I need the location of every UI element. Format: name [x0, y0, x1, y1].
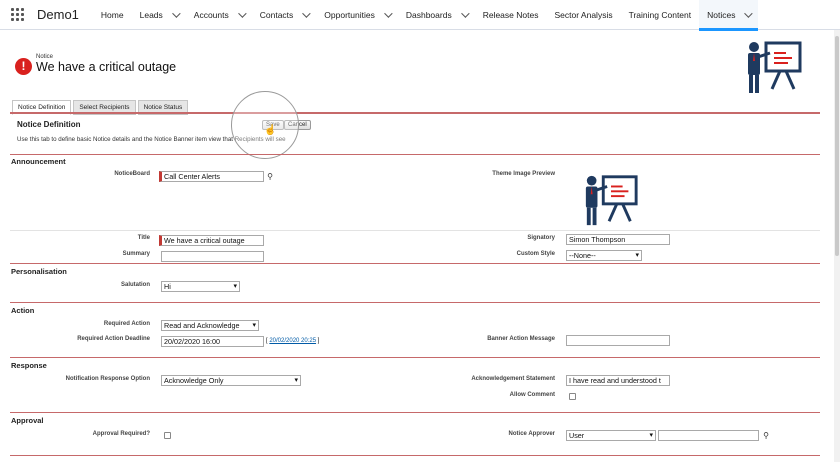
- presenter-icon: [748, 41, 802, 93]
- nav-item-notices[interactable]: Notices: [699, 0, 759, 31]
- section-divider: [10, 357, 820, 358]
- nav-item-accounts[interactable]: Accounts: [186, 0, 252, 30]
- salutation-select[interactable]: Hi: [161, 281, 240, 292]
- page-title: We have a critical outage: [36, 60, 177, 74]
- mouse-cursor-icon: ☝: [264, 125, 277, 136]
- notification-response-select[interactable]: Acknowledge Only: [161, 375, 301, 386]
- deadline-now-link[interactable]: [ 20/02/2020 20:25 ]: [266, 338, 319, 344]
- nav-item-release-notes[interactable]: Release Notes: [475, 0, 547, 30]
- nav-item-leads[interactable]: Leads: [132, 0, 186, 30]
- panel-description: Use this tab to define basic Notice deta…: [17, 136, 286, 143]
- approval-required-checkbox[interactable]: [164, 432, 171, 439]
- banner-action-message-field[interactable]: [566, 335, 670, 346]
- notice-approver-label: Notice Approver: [508, 431, 555, 437]
- alert-icon: !: [15, 58, 32, 75]
- nav-item-opportunities[interactable]: Opportunities: [316, 0, 398, 30]
- signatory-field[interactable]: Simon Thompson: [566, 234, 670, 245]
- field-divider: [10, 230, 820, 231]
- deadline-field[interactable]: 20/02/2020 16:00: [161, 336, 264, 347]
- chevron-down-icon[interactable]: [744, 8, 754, 18]
- noticeboard-lookup-icon[interactable]: ⚲: [265, 172, 275, 182]
- app-launcher-icon[interactable]: [11, 7, 25, 22]
- noticeboard-field[interactable]: Call Center Alerts: [159, 171, 264, 182]
- acknowledgement-statement-field[interactable]: I have read and understood t: [566, 375, 670, 386]
- nav-item-label: Sector Analysis: [554, 9, 613, 20]
- top-navigation-bar: Demo1 Home Leads Accounts Contacts Opportuni…: [0, 0, 840, 31]
- tab-divider: [10, 112, 820, 114]
- nav-item-label: Leads: [139, 9, 163, 20]
- nav-item-label: Training Content: [628, 9, 692, 20]
- required-action-deadline-label: Required Action Deadline: [77, 336, 150, 342]
- salutation-label: Salutation: [120, 282, 150, 288]
- section-title-announcement: Announcement: [11, 157, 66, 166]
- theme-presenter-icon: [585, 175, 638, 226]
- chevron-down-icon[interactable]: [237, 8, 247, 18]
- nav-item-training-content[interactable]: Training Content: [621, 0, 700, 30]
- custom-style-label: Custom Style: [516, 251, 555, 257]
- cancel-button[interactable]: Cancel: [284, 120, 311, 130]
- notice-approver-type-select[interactable]: User: [566, 430, 656, 441]
- nav-item-home[interactable]: Home: [93, 0, 132, 30]
- allow-comment-checkbox[interactable]: [569, 393, 576, 400]
- banner-action-message-label: Banner Action Message: [487, 336, 555, 342]
- notice-approver-field[interactable]: [658, 430, 759, 441]
- approval-required-label: Approval Required?: [92, 431, 150, 437]
- allow-comment-label: Allow Comment: [509, 392, 555, 398]
- section-divider: [10, 455, 820, 456]
- custom-style-select[interactable]: --None--: [566, 250, 642, 261]
- nav-item-label: Release Notes: [482, 9, 539, 20]
- title-label: Title: [137, 235, 150, 241]
- section-title-approval: Approval: [11, 416, 44, 425]
- section-divider: [10, 263, 820, 264]
- nav-item-label: Dashboards: [405, 9, 452, 20]
- nav-item-label: Notices: [707, 9, 736, 20]
- nav-item-sector-analysis[interactable]: Sector Analysis: [546, 0, 620, 30]
- nav-item-label: Home: [100, 9, 124, 20]
- nav-item-label: Contacts: [259, 9, 294, 20]
- summary-field[interactable]: [161, 251, 264, 262]
- section-divider: [10, 302, 820, 303]
- signatory-label: Signatory: [527, 235, 555, 241]
- section-title-action: Action: [11, 306, 35, 315]
- nav-item-label: Opportunities: [324, 9, 375, 20]
- notice-approver-lookup-icon[interactable]: ⚲: [761, 431, 771, 441]
- scrollbar-thumb[interactable]: [835, 36, 839, 256]
- acknowledgement-statement-label: Acknowledgement Statement: [471, 376, 555, 382]
- required-action-select[interactable]: Read and Acknowledge: [161, 320, 259, 331]
- page-scrollbar[interactable]: [834, 30, 840, 462]
- nav-item-label: Accounts: [193, 9, 229, 20]
- chevron-down-icon[interactable]: [171, 8, 181, 18]
- theme-image-preview-label: Theme Image Preview: [492, 171, 555, 177]
- deadline-link-text[interactable]: 20/02/2020 20:25: [269, 338, 316, 344]
- notification-response-option-label: Notification Response Option: [65, 376, 150, 382]
- section-divider: [10, 154, 820, 155]
- chevron-down-icon[interactable]: [460, 8, 470, 18]
- section-title-response: Response: [11, 361, 47, 370]
- app-name: Demo1: [37, 7, 79, 22]
- nav-item-contacts[interactable]: Contacts: [252, 0, 317, 30]
- section-title-personalisation: Personalisation: [11, 267, 67, 276]
- chevron-down-icon[interactable]: [302, 8, 311, 18]
- title-field[interactable]: We have a critical outage: [159, 235, 264, 246]
- nav-item-dashboards[interactable]: Dashboards: [398, 0, 475, 30]
- required-action-label: Required Action: [103, 321, 150, 327]
- noticeboard-label: NoticeBoard: [114, 171, 150, 177]
- summary-label: Summary: [122, 251, 150, 257]
- chevron-down-icon[interactable]: [384, 8, 393, 18]
- section-divider: [10, 412, 820, 413]
- panel-title: Notice Definition: [17, 120, 81, 129]
